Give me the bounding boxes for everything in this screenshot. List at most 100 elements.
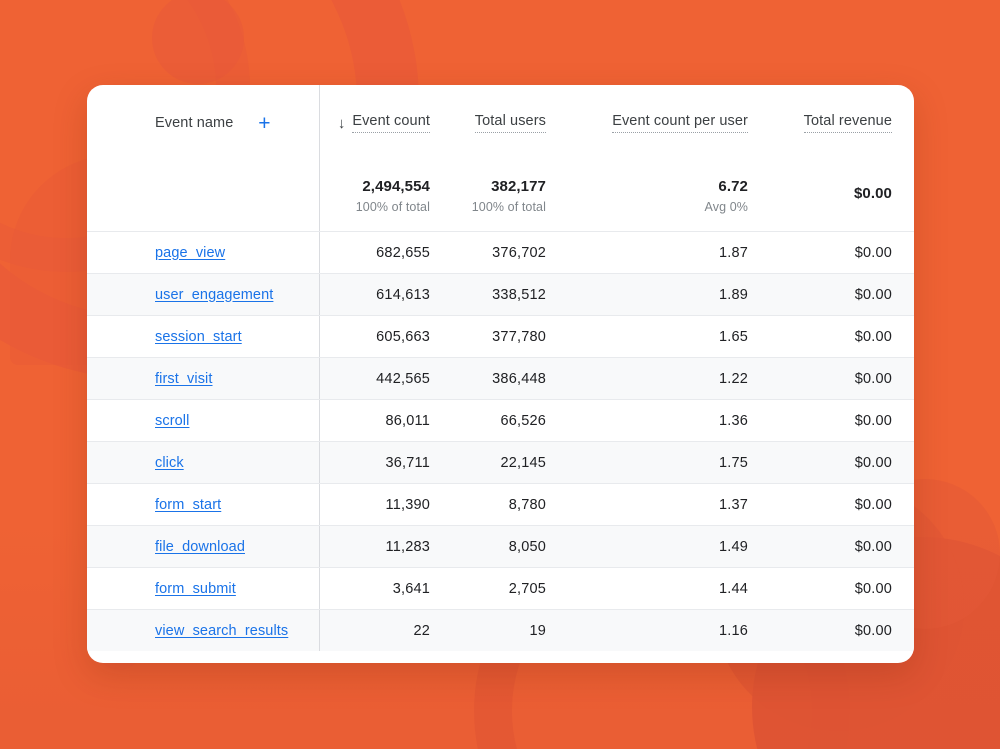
cell-event-count: 22 [319, 609, 452, 651]
cell-total-revenue: $0.00 [770, 357, 914, 400]
column-header-event-count-per-user-label: Event count per user [612, 113, 748, 133]
cell-event-count-value: 442,565 [376, 370, 430, 387]
cell-event-count: 605,663 [319, 315, 452, 358]
column-header-event-name[interactable]: Event name + [87, 85, 320, 161]
cell-event-name: view_search_results [87, 609, 320, 651]
cell-total-users-value: 22,145 [500, 454, 546, 471]
cell-event-count-per-user: 1.75 [568, 441, 770, 484]
cell-event-count: 3,641 [319, 567, 452, 610]
column-header-total-users[interactable]: Total users [452, 85, 568, 161]
cell-total-revenue-value: $0.00 [854, 244, 892, 261]
summary-sub-event-count: 100% of total [355, 200, 430, 214]
cell-total-users: 386,448 [452, 357, 568, 400]
event-name-link[interactable]: page_view [155, 245, 225, 261]
column-header-total-revenue[interactable]: Total revenue [770, 85, 914, 161]
cell-total-users: 8,050 [452, 525, 568, 568]
event-name-link[interactable]: scroll [155, 413, 189, 429]
cell-event-count-per-user-value: 1.37 [718, 496, 748, 513]
cell-event-count: 442,565 [319, 357, 452, 400]
cell-event-count-value: 3,641 [392, 580, 430, 597]
cell-event-count-per-user: 1.49 [568, 525, 770, 568]
cell-total-users: 376,702 [452, 231, 568, 274]
table-row[interactable]: view_search_results 22 19 1.16 $0.00 [87, 609, 914, 651]
event-name-link[interactable]: first_visit [155, 371, 213, 387]
cell-total-users-value: 376,702 [492, 244, 546, 261]
table-row[interactable]: form_submit 3,641 2,705 1.44 $0.00 [87, 567, 914, 610]
screenshot-root: Event name + ↓ Event count Total users E… [0, 0, 1000, 749]
cell-event-count-per-user: 1.22 [568, 357, 770, 400]
column-header-event-count-label: Event count [352, 113, 430, 133]
summary-value-total-users: 382,177 [491, 178, 546, 195]
summary-cell-total-revenue: $0.00 [770, 161, 914, 232]
add-dimension-plus-icon[interactable]: + [258, 113, 304, 134]
cell-total-revenue-value: $0.00 [854, 328, 892, 345]
cell-event-count: 682,655 [319, 231, 452, 274]
cell-event-count-per-user-value: 1.75 [718, 454, 748, 471]
cell-total-users: 19 [452, 609, 568, 651]
cell-event-count-per-user: 1.87 [568, 231, 770, 274]
cell-total-revenue: $0.00 [770, 567, 914, 610]
cell-event-count-per-user-value: 1.49 [718, 538, 748, 555]
event-name-link[interactable]: click [155, 455, 184, 471]
table-row[interactable]: page_view 682,655 376,702 1.87 $0.00 [87, 231, 914, 274]
table-row[interactable]: first_visit 442,565 386,448 1.22 $0.00 [87, 357, 914, 400]
cell-total-users: 377,780 [452, 315, 568, 358]
event-name-link[interactable]: session_start [155, 329, 242, 345]
table-row[interactable]: form_start 11,390 8,780 1.37 $0.00 [87, 483, 914, 526]
cell-total-revenue-value: $0.00 [854, 370, 892, 387]
cell-event-count-value: 36,711 [385, 454, 430, 471]
event-name-link[interactable]: file_download [155, 539, 245, 555]
cell-event-count-value: 86,011 [385, 412, 430, 429]
cell-total-users-value: 377,780 [492, 328, 546, 345]
cell-total-revenue-value: $0.00 [854, 454, 892, 471]
cell-event-name: click [87, 441, 320, 484]
cell-event-name: page_view [87, 231, 320, 274]
event-name-link[interactable]: form_submit [155, 581, 236, 597]
cell-event-count-value: 22 [413, 622, 430, 639]
table-row[interactable]: scroll 86,011 66,526 1.36 $0.00 [87, 399, 914, 442]
cell-total-revenue: $0.00 [770, 273, 914, 316]
cell-event-count-value: 682,655 [376, 244, 430, 261]
cell-total-revenue-value: $0.00 [854, 412, 892, 429]
summary-value-event-count-per-user: 6.72 [718, 178, 748, 195]
cell-event-count: 614,613 [319, 273, 452, 316]
cell-event-name: scroll [87, 399, 320, 442]
cell-event-count-per-user-value: 1.87 [718, 244, 748, 261]
cell-event-count-per-user: 1.16 [568, 609, 770, 651]
cell-total-revenue-value: $0.00 [854, 538, 892, 555]
table-body: 2,494,554 100% of total 382,177 100% of … [87, 161, 914, 651]
cell-total-revenue: $0.00 [770, 399, 914, 442]
column-header-event-name-label: Event name [155, 115, 234, 131]
cell-total-revenue-value: $0.00 [854, 286, 892, 303]
cell-total-revenue: $0.00 [770, 231, 914, 274]
event-name-link[interactable]: form_start [155, 497, 221, 513]
sort-descending-arrow-icon[interactable]: ↓ [338, 116, 346, 131]
table-row[interactable]: file_download 11,283 8,050 1.49 $0.00 [87, 525, 914, 568]
cell-event-count-per-user-value: 1.22 [718, 370, 748, 387]
summary-cell-event-name [87, 161, 320, 232]
cell-total-users-value: 8,050 [508, 538, 546, 555]
cell-event-count-per-user: 1.65 [568, 315, 770, 358]
cell-event-count-per-user: 1.37 [568, 483, 770, 526]
cell-total-users-value: 19 [529, 622, 546, 639]
cell-event-name: form_submit [87, 567, 320, 610]
event-name-link[interactable]: view_search_results [155, 623, 288, 639]
table-row[interactable]: user_engagement 614,613 338,512 1.89 $0.00 [87, 273, 914, 316]
column-header-event-count-per-user[interactable]: Event count per user [568, 85, 770, 161]
cell-total-users-value: 338,512 [492, 286, 546, 303]
summary-cell-event-count-per-user: 6.72 Avg 0% [568, 161, 770, 232]
cell-event-count-per-user-value: 1.16 [718, 622, 748, 639]
column-header-event-count[interactable]: ↓ Event count [319, 85, 452, 161]
cell-event-count: 36,711 [319, 441, 452, 484]
cell-total-revenue-value: $0.00 [854, 580, 892, 597]
cell-total-users: 8,780 [452, 483, 568, 526]
cell-total-revenue: $0.00 [770, 315, 914, 358]
table-row[interactable]: click 36,711 22,145 1.75 $0.00 [87, 441, 914, 484]
cell-event-count-value: 605,663 [376, 328, 430, 345]
event-name-link[interactable]: user_engagement [155, 287, 273, 303]
column-header-total-revenue-label: Total revenue [803, 113, 892, 133]
cell-total-revenue: $0.00 [770, 483, 914, 526]
table-row[interactable]: session_start 605,663 377,780 1.65 $0.00 [87, 315, 914, 358]
summary-value-event-count: 2,494,554 [362, 178, 430, 195]
cell-event-count-per-user: 1.36 [568, 399, 770, 442]
